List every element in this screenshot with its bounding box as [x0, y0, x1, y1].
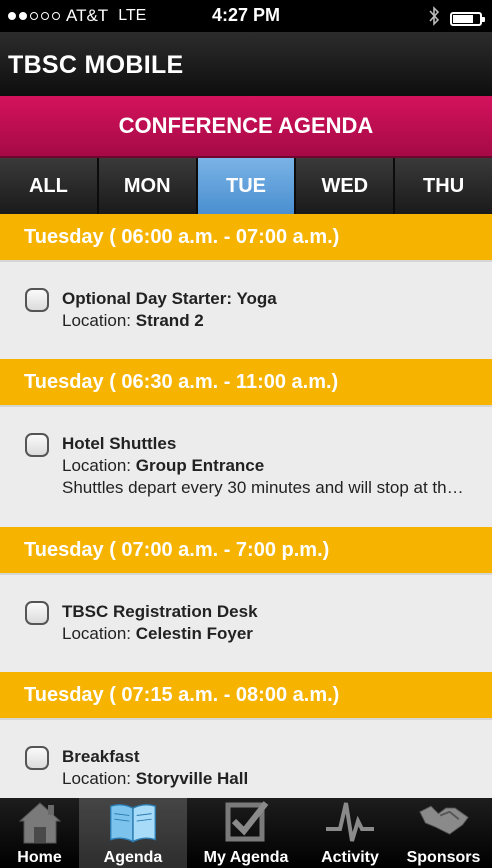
agenda-item[interactable]: TBSC Registration Desk Location: Celesti…	[0, 575, 492, 672]
home-icon	[14, 797, 66, 847]
add-to-agenda-checkbox[interactable]	[25, 746, 49, 770]
tab-mon[interactable]: MON	[98, 158, 198, 214]
item-title: TBSC Registration Desk	[62, 602, 258, 621]
location-name: Celestin Foyer	[135, 624, 253, 643]
battery-icon	[450, 11, 485, 26]
app-header: TBSC MOBILE	[0, 32, 492, 96]
item-location: Location: Storyville Hall	[62, 768, 472, 790]
time-slot-header: Tuesday ( 07:15 a.m. - 08:00 a.m.)	[0, 672, 492, 720]
item-title: Breakfast	[62, 747, 140, 766]
status-bar: AT&T LTE 4:27 PM	[0, 0, 492, 32]
tabbar-label: Activity	[321, 849, 379, 866]
status-time: 4:27 PM	[211, 5, 281, 25]
day-tabs: ALL MON TUE WED THU	[0, 158, 492, 214]
tab-tue[interactable]: TUE	[197, 158, 297, 214]
location-prefix: Location:	[62, 456, 136, 475]
location-prefix: Location:	[62, 624, 136, 643]
tabbar-home[interactable]: Home	[0, 798, 79, 868]
tabbar-sponsors[interactable]: Sponsors	[395, 798, 492, 868]
tabbar-label: Agenda	[103, 849, 163, 866]
agenda-item[interactable]: Hotel Shuttles Location: Group Entrance …	[0, 407, 492, 527]
tabbar-agenda[interactable]: Agenda	[79, 798, 187, 868]
status-right	[428, 6, 485, 31]
time-slot-header: Tuesday ( 07:00 a.m. - 7:00 p.m.)	[0, 527, 492, 575]
tabbar-label: Sponsors	[406, 849, 481, 866]
bottom-tab-bar: Home Agenda My Agenda Activity Sponsors	[0, 798, 492, 868]
bluetooth-icon	[428, 6, 440, 31]
agenda-item[interactable]: Breakfast Location: Storyville Hall	[0, 720, 492, 798]
item-location: Location: Celestin Foyer	[62, 623, 472, 645]
tabbar-label: Home	[17, 849, 62, 866]
item-location: Location: Strand 2	[62, 310, 472, 332]
add-to-agenda-checkbox[interactable]	[25, 433, 49, 457]
app-title: TBSC MOBILE	[8, 51, 184, 79]
agenda-item[interactable]: Optional Day Starter: Yoga Location: Str…	[0, 262, 492, 359]
heartbeat-icon	[324, 797, 376, 847]
location-prefix: Location:	[62, 769, 136, 788]
item-location: Location: Group Entrance	[62, 455, 472, 477]
add-to-agenda-checkbox[interactable]	[25, 601, 49, 625]
time-slot-header: Tuesday ( 06:30 a.m. - 11:00 a.m.)	[0, 359, 492, 407]
location-prefix: Location:	[62, 311, 136, 330]
location-name: Storyville Hall	[135, 769, 249, 788]
item-title: Optional Day Starter: Yoga	[62, 289, 277, 308]
tab-thu[interactable]: THU	[395, 158, 492, 214]
tabbar-activity[interactable]: Activity	[305, 798, 395, 868]
add-to-agenda-checkbox[interactable]	[25, 288, 49, 312]
section-title: CONFERENCE AGENDA	[0, 96, 492, 158]
tabbar-my-agenda[interactable]: My Agenda	[187, 798, 305, 868]
tabbar-label: My Agenda	[203, 849, 289, 866]
handshake-icon	[418, 797, 470, 847]
checkbox-icon	[220, 797, 272, 847]
location-name: Group Entrance	[135, 456, 265, 475]
item-title: Hotel Shuttles	[62, 434, 177, 453]
tab-all[interactable]: ALL	[0, 158, 99, 214]
book-icon	[107, 797, 159, 847]
agenda-list[interactable]: Tuesday ( 06:00 a.m. - 07:00 a.m.) Optio…	[0, 214, 492, 798]
time-slot-header: Tuesday ( 06:00 a.m. - 07:00 a.m.)	[0, 214, 492, 262]
location-name: Strand 2	[135, 311, 204, 330]
item-description: Shuttles depart every 30 minutes and wil…	[62, 478, 472, 497]
battery-level	[453, 14, 473, 23]
tab-wed[interactable]: WED	[296, 158, 396, 214]
